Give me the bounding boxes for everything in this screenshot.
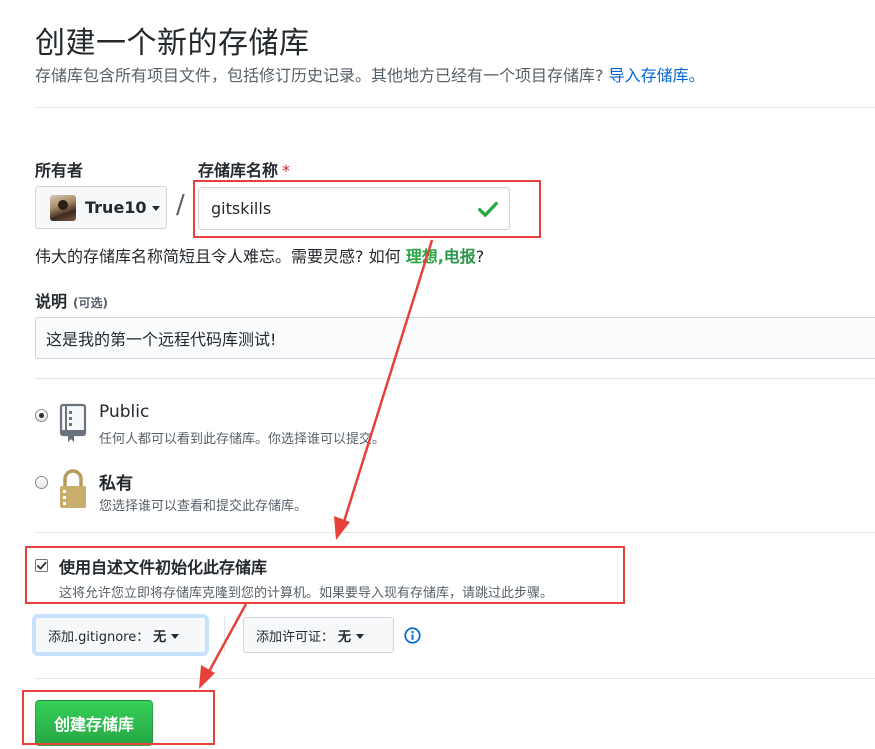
chevron-down-icon xyxy=(171,633,180,639)
visibility-private-title: 私有 xyxy=(99,474,133,494)
arrowhead-icon xyxy=(199,665,215,689)
description-input[interactable] xyxy=(35,317,875,359)
owner-label: 所有者 xyxy=(35,161,84,180)
gitignore-select[interactable]: 添加.gitignore：无 xyxy=(35,617,206,653)
repo-book-icon xyxy=(59,403,87,442)
info-icon[interactable] xyxy=(404,627,421,644)
arrowhead-icon xyxy=(334,516,350,540)
repo-name-hint: 伟大的存储库名称简短且令人难忘。需要灵感? 如何 理想,电报? xyxy=(35,243,484,267)
repo-name-label: 存储库名称 * xyxy=(198,157,290,181)
description-label-text: 说明 xyxy=(35,292,68,311)
page-subtitle: 存储库包含所有项目文件，包括修订历史记录。其他地方已经有一个项目存储库? 导入存… xyxy=(35,62,705,86)
hint-text: 伟大的存储库名称简短且令人难忘。需要灵感? 如何 xyxy=(35,247,401,266)
page-title: 创建一个新的存储库 xyxy=(35,26,310,61)
gitignore-label: 添加.gitignore： xyxy=(48,629,150,645)
required-mark: * xyxy=(282,161,291,180)
divider xyxy=(35,378,875,379)
lock-icon xyxy=(60,469,86,508)
owner-name-separator: / xyxy=(176,190,185,220)
separator xyxy=(224,617,225,653)
license-select[interactable]: 添加许可证：无 xyxy=(243,617,394,653)
description-label: 说明 (可选) xyxy=(35,288,108,312)
gitignore-value: 无 xyxy=(153,629,167,645)
divider xyxy=(35,678,875,679)
visibility-private-desc: 您选择谁可以查看和提交此存储库。 xyxy=(99,499,308,514)
avatar xyxy=(50,194,76,221)
owner-select-button[interactable]: True10 xyxy=(35,186,167,229)
annotation-box-init xyxy=(25,546,625,604)
license-label: 添加许可证： xyxy=(256,629,335,645)
license-value: 无 xyxy=(338,629,352,645)
suggestion-link-1[interactable]: 理想, xyxy=(406,247,444,266)
divider xyxy=(35,532,875,533)
page-subtitle-text: 存储库包含所有项目文件，包括修订历史记录。其他地方已经有一个项目存储库? xyxy=(35,66,604,85)
visibility-private-radio[interactable] xyxy=(35,476,48,489)
chevron-down-icon xyxy=(151,206,160,211)
suggestion-link-2[interactable]: 电报 xyxy=(444,247,476,266)
visibility-public-radio[interactable] xyxy=(35,409,48,422)
repo-name-label-text: 存储库名称 xyxy=(198,161,279,180)
visibility-public-desc: 任何人都可以看到此存储库。你选择谁可以提交。 xyxy=(99,432,386,447)
chevron-down-icon xyxy=(356,633,365,639)
optional-tag: (可选) xyxy=(73,296,108,310)
visibility-public-title: Public xyxy=(99,402,150,422)
owner-name: True10 xyxy=(85,198,147,217)
hint-suffix: ? xyxy=(475,247,485,266)
annotation-box-repo-name xyxy=(193,180,541,238)
import-repository-link[interactable]: 导入存储库。 xyxy=(609,66,705,85)
annotation-box-create xyxy=(22,690,215,745)
divider xyxy=(35,107,875,108)
